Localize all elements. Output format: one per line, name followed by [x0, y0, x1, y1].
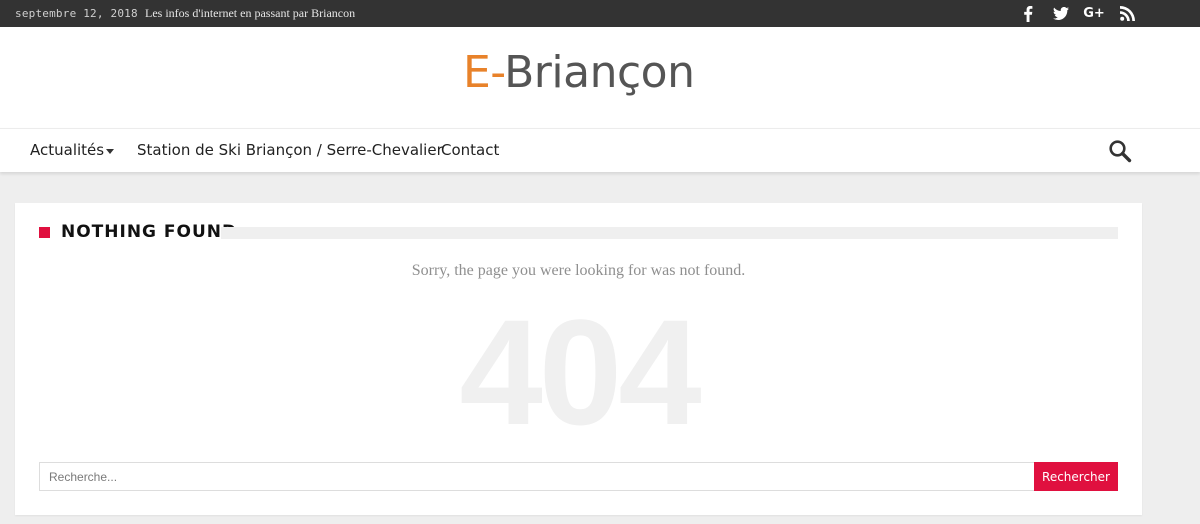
error-code: 404	[459, 288, 701, 456]
site-logo[interactable]: E-Briançon	[463, 45, 695, 101]
site-header: E-Briançon	[0, 27, 1200, 128]
content-panel: NOTHING FOUND Sorry, the page you were l…	[15, 203, 1142, 515]
google-plus-icon[interactable]: G+	[1081, 0, 1107, 27]
nav-item-actualites[interactable]: Actualités	[30, 129, 104, 172]
twitter-icon[interactable]	[1048, 0, 1074, 27]
heading-marker	[39, 227, 50, 238]
search-button[interactable]: Rechercher	[1034, 462, 1118, 491]
nav-item-contact[interactable]: Contact	[441, 129, 499, 172]
site-tagline: Les infos d'internet en passant par Bria…	[145, 6, 356, 20]
search-icon[interactable]	[1108, 139, 1132, 163]
search-input[interactable]	[39, 462, 1034, 491]
facebook-icon[interactable]	[1015, 0, 1041, 27]
main-navigation: Actualités Station de Ski Briançon / Ser…	[0, 128, 1200, 172]
nav-item-label: Station de Ski Briançon / Serre-Chevalie…	[137, 141, 443, 159]
rss-icon[interactable]	[1114, 0, 1140, 27]
top-bar: septembre 12, 2018 Les infos d'internet …	[0, 0, 1200, 27]
logo-name: Briançon	[504, 47, 695, 98]
logo-prefix: E-	[463, 47, 505, 98]
section-heading: NOTHING FOUND	[61, 222, 238, 242]
not-found-message: Sorry, the page you were looking for was…	[411, 262, 746, 279]
caret-down-icon[interactable]	[106, 149, 114, 154]
current-date: septembre 12, 2018	[15, 7, 138, 20]
nav-item-label: Contact	[441, 141, 500, 159]
heading-divider	[221, 227, 1118, 239]
nav-item-station-de-ski[interactable]: Station de Ski Briançon / Serre-Chevalie…	[137, 129, 443, 172]
nav-item-label: Actualités	[30, 141, 105, 159]
